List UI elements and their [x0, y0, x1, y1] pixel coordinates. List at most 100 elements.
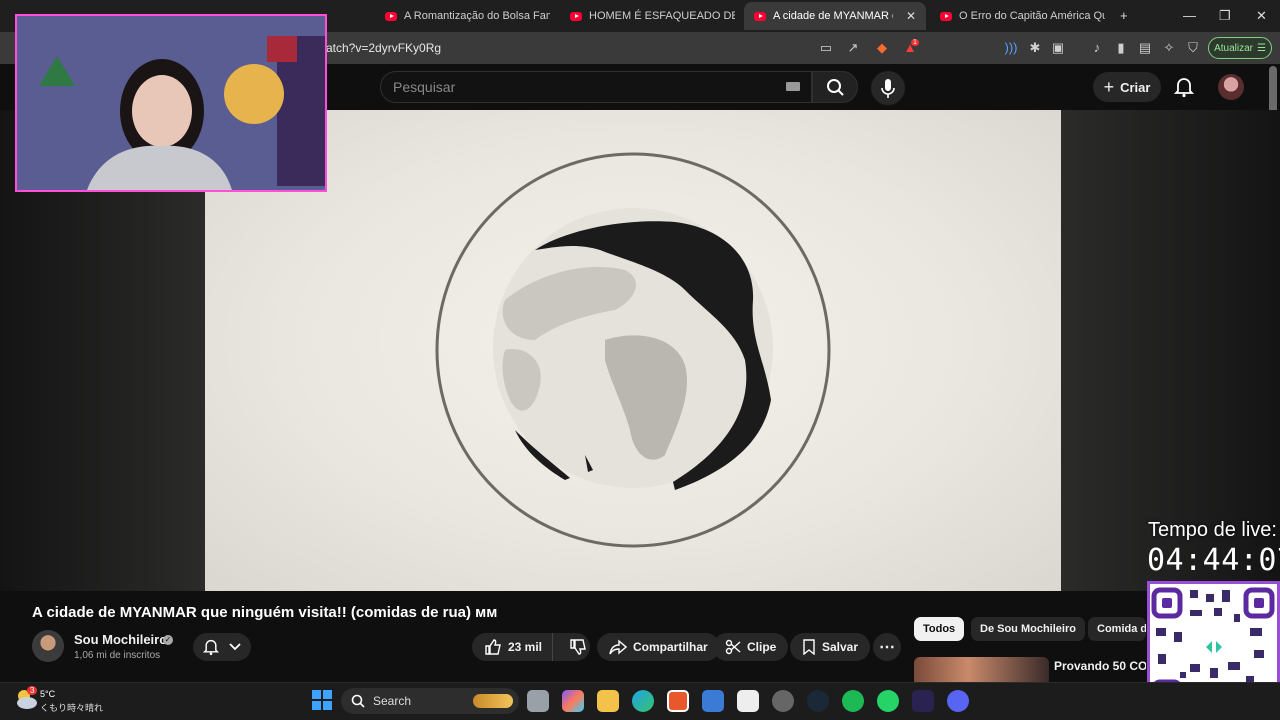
tab-search-icon[interactable]: ▣	[1050, 40, 1066, 56]
youtube-icon	[570, 11, 582, 21]
tab-esfaqueado[interactable]: HOMEM É ESFAQUEADO DENTRO	[560, 2, 735, 30]
chip-all[interactable]: Todos	[914, 617, 965, 641]
channel-name[interactable]: Sou Mochileiro	[74, 632, 167, 647]
scissors-icon	[725, 639, 741, 655]
video-title: A cidade de MYANMAR que ninguém visita!!…	[32, 604, 498, 621]
chip-label: Comida d	[1097, 623, 1146, 635]
create-button[interactable]: + Criar	[1093, 72, 1161, 102]
bell-icon	[203, 639, 219, 656]
chip-food[interactable]: Comida d	[1088, 617, 1146, 641]
plus-icon: +	[1103, 76, 1115, 97]
microphone-icon	[881, 79, 895, 98]
video-frame[interactable]	[205, 110, 1061, 591]
close-window-icon[interactable]: ✕	[1256, 8, 1267, 24]
minimize-icon[interactable]: —	[1183, 8, 1196, 23]
globe-illustration	[435, 152, 831, 548]
copilot-icon[interactable]	[562, 690, 584, 712]
audio-wave-icon[interactable]: )))	[1003, 40, 1019, 56]
taskbar-search[interactable]: Search	[341, 688, 519, 714]
task-view-icon[interactable]	[527, 690, 549, 712]
edge-icon[interactable]	[632, 690, 654, 712]
camera-app-icon[interactable]	[737, 690, 759, 712]
tab-label: A Romantização do Bolsa Família	[404, 10, 550, 22]
share-icon[interactable]: ↗	[845, 40, 861, 56]
weather-temperature: 5°C	[40, 689, 56, 699]
youtube-icon	[385, 11, 397, 21]
notifications-bell-icon[interactable]	[1174, 76, 1194, 98]
search-icon	[827, 79, 844, 96]
user-avatar[interactable]	[1218, 74, 1244, 100]
music-icon[interactable]: ♪	[1089, 40, 1105, 56]
url-field[interactable]: atch?v=2dyrvFKy0Rg	[326, 41, 441, 55]
store-icon[interactable]	[702, 690, 724, 712]
cast-icon[interactable]: ▭	[818, 40, 834, 56]
share-arrow-icon	[609, 639, 627, 655]
chip-label: Todos	[923, 623, 956, 635]
more-actions-button[interactable]: ⋯	[873, 633, 901, 661]
tab-label: A cidade de MYANMAR que n	[773, 10, 893, 22]
sidebar-icon[interactable]: ▮	[1113, 40, 1129, 56]
discord-icon[interactable]	[947, 690, 969, 712]
channel-avatar[interactable]	[32, 630, 64, 662]
spotify-icon[interactable]	[842, 690, 864, 712]
brave-shields-icon[interactable]: ◆	[874, 40, 890, 56]
clip-button[interactable]: Clipe	[713, 633, 789, 661]
weather-description: くもり時々晴れ	[40, 703, 104, 713]
save-label: Salvar	[822, 640, 859, 654]
save-button[interactable]: Salvar	[790, 633, 871, 661]
chevron-down-icon	[229, 643, 241, 651]
close-tab-icon[interactable]: ✕	[906, 9, 916, 23]
more-dots-icon: ⋯	[879, 639, 895, 656]
brave-taskbar-icon[interactable]	[667, 690, 689, 712]
tab-capitao-america[interactable]: O Erro do Capitão América Que C	[930, 2, 1105, 30]
youtube-icon	[754, 11, 766, 21]
webcam-scene	[17, 16, 325, 190]
live-timer-label: Tempo de live:	[1148, 519, 1277, 541]
steam-icon[interactable]	[807, 690, 829, 712]
leo-ai-icon[interactable]: ✧	[1161, 40, 1177, 56]
dislike-button[interactable]	[559, 633, 599, 661]
extensions-icon[interactable]: ✱	[1027, 40, 1043, 56]
live-timer: 04:44:07	[1147, 543, 1280, 578]
subscription-notifications-button[interactable]	[193, 633, 251, 661]
thumbs-up-icon	[485, 639, 501, 655]
youtube-icon	[940, 11, 952, 21]
update-label: Atualizar	[1214, 42, 1253, 54]
share-button[interactable]: Compartilhar	[597, 633, 720, 661]
thumbs-down-icon	[570, 639, 586, 655]
like-count: 23 mil	[508, 640, 543, 654]
vpn-shield-icon[interactable]: ⛉	[1185, 40, 1201, 56]
tab-label: HOMEM É ESFAQUEADO DENTRO	[589, 10, 735, 22]
obs-icon[interactable]	[772, 690, 794, 712]
tab-myanmar-active[interactable]: A cidade de MYANMAR que n ✕	[744, 2, 926, 30]
tab-bolsa-familia[interactable]: A Romantização do Bolsa Família	[375, 2, 550, 30]
like-dislike-group: 23 mil	[472, 633, 590, 661]
voice-search-button[interactable]	[871, 71, 905, 105]
wallet-icon[interactable]: ▤	[1137, 40, 1153, 56]
streamer-webcam	[15, 14, 327, 192]
chip-label: De Sou Mochileiro	[980, 623, 1076, 635]
file-explorer-icon[interactable]	[597, 690, 619, 712]
keyboard-icon[interactable]	[786, 82, 800, 91]
tab-label: O Erro do Capitão América Que C	[959, 10, 1105, 22]
subscriber-count: 1,06 mi de inscritos	[74, 650, 161, 661]
search-button[interactable]	[812, 71, 858, 103]
chip-channel[interactable]: De Sou Mochileiro	[971, 617, 1085, 641]
clip-label: Clipe	[747, 640, 777, 654]
menu-icon: ☰	[1256, 42, 1266, 54]
windows-start-icon[interactable]	[312, 690, 332, 710]
rewards-badge: 1	[911, 39, 919, 46]
search-placeholder: Pesquisar	[393, 79, 456, 95]
search-icon	[351, 694, 365, 708]
share-label: Compartilhar	[633, 640, 708, 654]
whatsapp-icon[interactable]	[877, 690, 899, 712]
verified-badge-icon: ✓	[163, 635, 173, 645]
bookmark-icon	[803, 639, 815, 655]
purple-app-icon[interactable]	[912, 690, 934, 712]
new-tab-icon[interactable]: +	[1120, 8, 1128, 23]
create-label: Criar	[1120, 79, 1151, 95]
restore-icon[interactable]: ❐	[1219, 8, 1231, 24]
like-button[interactable]: 23 mil	[472, 633, 554, 661]
search-highlight-icon	[473, 694, 513, 708]
update-button[interactable]: Atualizar ☰	[1208, 37, 1272, 59]
